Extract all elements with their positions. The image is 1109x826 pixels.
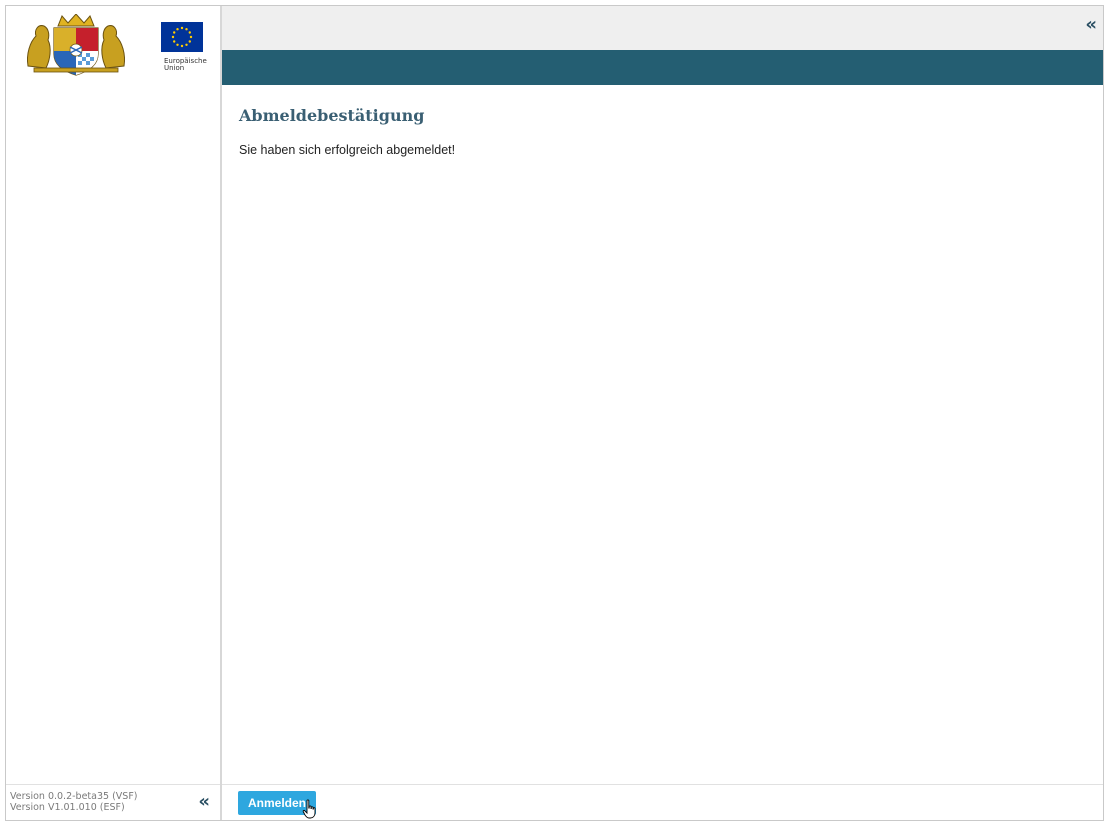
sidebar: Europäische Union Version 0.0.2-beta35 (…: [6, 6, 222, 820]
header-bar: [222, 50, 1103, 85]
eu-label-line-2: Union: [164, 64, 185, 72]
version-esf: Version V1.01.010 (ESF): [10, 802, 125, 813]
page-title: Abmeldebestätigung: [239, 106, 425, 125]
app-window: Europäische Union Version 0.0.2-beta35 (…: [5, 5, 1104, 821]
eu-flag-icon: [161, 22, 203, 52]
main-area: « Abmeldebestätigung Sie haben sich erfo…: [222, 6, 1103, 820]
sidebar-footer: Version 0.0.2-beta35 (VSF) Version V1.01…: [6, 784, 220, 820]
top-bar: «: [222, 6, 1103, 50]
logout-message: Sie haben sich erfolgreich abgemeldet!: [239, 143, 456, 157]
collapse-panel-icon[interactable]: «: [1085, 14, 1097, 35]
logo-area: Europäische Union: [24, 14, 214, 78]
bavarian-coat-of-arms-icon: [27, 14, 125, 76]
hand-pointer-cursor-icon: [302, 799, 316, 819]
eu-label: Europäische Union: [164, 58, 224, 72]
collapse-sidebar-icon[interactable]: «: [198, 791, 210, 812]
content-area: Abmeldebestätigung Sie haben sich erfolg…: [239, 106, 1103, 157]
action-footer: Anmelden: [222, 784, 1103, 820]
version-vsf: Version 0.0.2-beta35 (VSF): [10, 791, 138, 802]
